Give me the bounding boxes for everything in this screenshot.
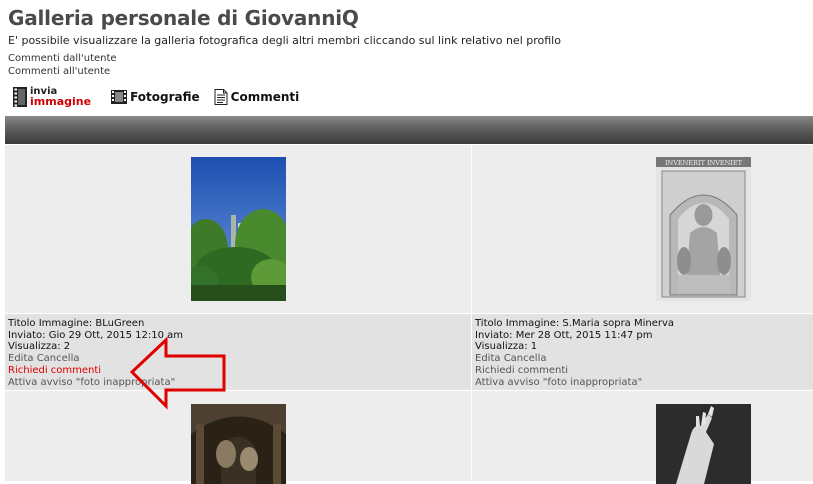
photo-sent-date: Inviato: Gio 29 Ott, 2015 12:10 am [8,329,183,341]
relief-inscription: INVENERIT INVENIET [665,159,743,167]
film-icon [111,90,128,104]
page-title: Galleria personale di GiovanniQ [8,6,359,30]
user-comments-to-link[interactable]: Commenti all'utente [8,66,110,77]
photo-cell-bluegreen [5,145,471,313]
gallery-header-bar [5,116,813,144]
send-image-button[interactable]: invia immagine [11,87,91,107]
gallery-nav: invia immagine Fotografie Commenti [11,86,313,108]
photos-nav-label: Fotografie [130,90,200,104]
request-comments-link[interactable]: Richiedi commenti [475,365,810,377]
photo-thumbnail-fourth[interactable] [656,404,751,484]
send-image-label-bottom: immagine [30,95,92,108]
delete-link[interactable]: Cancella [504,353,547,364]
photo-cell-third [5,391,471,484]
user-comments-from-link[interactable]: Commenti dall'utente [8,53,117,64]
request-comments-link[interactable]: Richiedi commenti [8,365,468,377]
delete-link[interactable]: Cancella [37,353,80,364]
report-inappropriate-link[interactable]: Attiva avviso "foto inappropriata" [475,377,810,389]
document-icon [214,89,228,105]
photo-title: Titolo Immagine: BLuGreen [8,318,145,329]
edit-link[interactable]: Edita [475,353,501,364]
page-subtitle: E' possibile visualizzare la galleria fo… [8,34,561,47]
photo-thumbnail-smaria[interactable]: INVENERIT INVENIET [656,157,751,301]
photo-thumbnail-third[interactable] [191,404,286,484]
photo-cell-smaria: INVENERIT INVENIET [472,145,813,313]
film-strip-icon [13,87,27,107]
photo-info-bluegreen: Titolo Immagine: BLuGreen Inviato: Gio 2… [5,314,471,390]
photos-nav-link[interactable]: Fotografie [111,90,200,104]
edit-link[interactable]: Edita [8,353,34,364]
photo-actions: Edita Cancella [475,353,810,365]
photo-views: Visualizza: 2 [8,341,71,353]
photo-title: Titolo Immagine: S.Maria sopra Minerva [475,318,675,329]
photo-thumbnail-bluegreen[interactable] [191,157,286,301]
photo-info-smaria: Titolo Immagine: S.Maria sopra Minerva I… [472,314,813,390]
photo-views: Visualizza: 1 [475,341,538,353]
photo-sent-date: Inviato: Mer 28 Ott, 2015 11:47 pm [475,329,653,341]
report-inappropriate-link[interactable]: Attiva avviso "foto inappropriata" [8,377,468,389]
comments-nav-label: Commenti [230,90,300,104]
photo-actions: Edita Cancella [8,353,468,365]
comments-nav-link[interactable]: Commenti [214,89,300,105]
photo-cell-fourth [472,391,813,484]
